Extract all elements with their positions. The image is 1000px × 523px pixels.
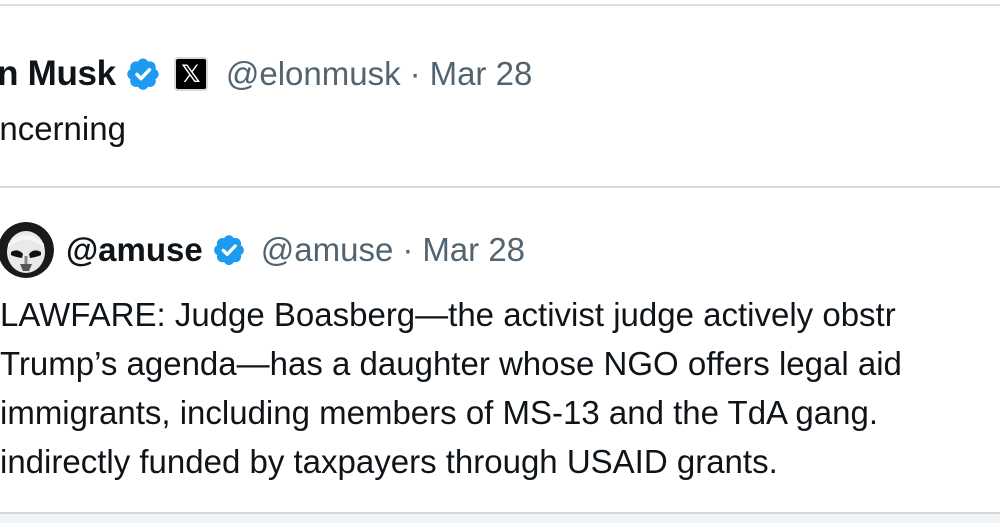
- tweet-screenshot: on Musk 𝕏 @elonmusk · Mar 28 oncerning: [0, 0, 1000, 523]
- quoted-author-display-name[interactable]: @amuse: [66, 231, 203, 269]
- quoted-text-line: LAWFARE: Judge Boasberg—the activist jud…: [0, 296, 896, 333]
- x-logo-icon: 𝕏: [173, 57, 208, 91]
- verified-badge-icon: [124, 55, 162, 93]
- quoted-text-line: indirectly funded by taxpayers through U…: [0, 443, 778, 480]
- quoted-post-date[interactable]: Mar 28: [422, 231, 525, 269]
- quoted-author-handle[interactable]: @amuse: [261, 231, 394, 269]
- author-display-name[interactable]: on Musk: [0, 54, 116, 94]
- top-divider: [0, 4, 1000, 6]
- page-background-strip: [0, 514, 1000, 523]
- main-post-header: on Musk 𝕏 @elonmusk · Mar 28: [0, 52, 532, 96]
- quoted-header-separator: ·: [402, 231, 414, 268]
- post-text: oncerning: [0, 110, 126, 147]
- quoted-post-header: @amuse @amuse · Mar 28: [0, 222, 525, 278]
- quoted-text-line: Trump’s agenda—has a daughter whose NGO …: [0, 345, 902, 382]
- quoted-post-text: LAWFARE: Judge Boasberg—the activist jud…: [0, 290, 1000, 486]
- header-separator: ·: [409, 55, 421, 92]
- post-date[interactable]: Mar 28: [430, 55, 533, 93]
- stormtrooper-avatar-icon[interactable]: [0, 222, 54, 278]
- verified-badge-icon: [211, 232, 247, 268]
- quoted-text-line: immigrants, including members of MS-13 a…: [0, 394, 878, 431]
- author-handle[interactable]: @elonmusk: [226, 55, 401, 93]
